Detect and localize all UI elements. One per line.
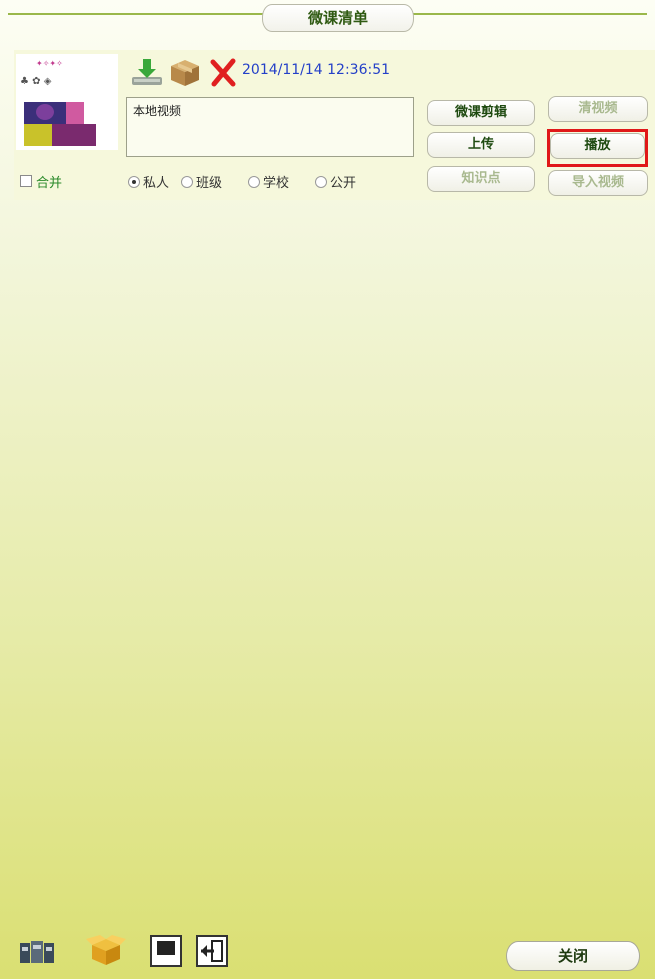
clear-video-button[interactable]: 清视频	[548, 96, 648, 122]
save-icon[interactable]	[150, 933, 182, 969]
radio-dot[interactable]	[181, 175, 194, 188]
import-video-button[interactable]: 导入视频	[548, 170, 648, 196]
thumb-deco-2: ♣ ✿ ◈	[20, 76, 52, 87]
radio-dot[interactable]	[248, 175, 261, 188]
radio-public[interactable]: 公开	[315, 172, 356, 191]
thumb-block	[52, 124, 96, 146]
lesson-thumbnail[interactable]: ✦✧✦✧ ♣ ✿ ◈	[16, 54, 118, 150]
radio-school[interactable]: 学校	[248, 172, 289, 191]
play-button-highlight	[547, 129, 648, 167]
merge-checkbox[interactable]	[20, 175, 32, 187]
delete-icon[interactable]	[208, 57, 238, 87]
radio-class[interactable]: 班级	[181, 172, 222, 191]
lesson-date: 2014/11/14 12:36:51	[242, 62, 391, 78]
package-icon[interactable]	[168, 57, 202, 87]
download-icon[interactable]	[130, 57, 164, 87]
radio-private[interactable]: 私人	[128, 172, 169, 191]
radio-dot[interactable]	[315, 175, 328, 188]
upload-button[interactable]: 上传	[427, 132, 535, 158]
page-title: 微课清单	[262, 4, 414, 32]
radio-dot[interactable]	[128, 175, 140, 188]
thumb-block	[66, 102, 84, 124]
edit-lesson-button[interactable]: 微课剪辑	[427, 100, 535, 126]
visibility-radio-group: 私人 班级 学校 公开	[128, 172, 356, 191]
description-field[interactable]: 本地视频	[126, 97, 414, 157]
merge-label: 合并	[36, 176, 63, 191]
thumb-deco-1: ✦✧✦✧	[36, 59, 63, 68]
import-icon[interactable]	[196, 933, 228, 969]
knowledge-point-button[interactable]: 知识点	[427, 166, 535, 192]
open-package-icon[interactable]	[86, 933, 126, 969]
thumb-block	[24, 124, 52, 146]
close-button[interactable]: 关闭	[506, 941, 640, 971]
thumb-block	[36, 104, 54, 120]
library-icon[interactable]	[18, 933, 58, 969]
